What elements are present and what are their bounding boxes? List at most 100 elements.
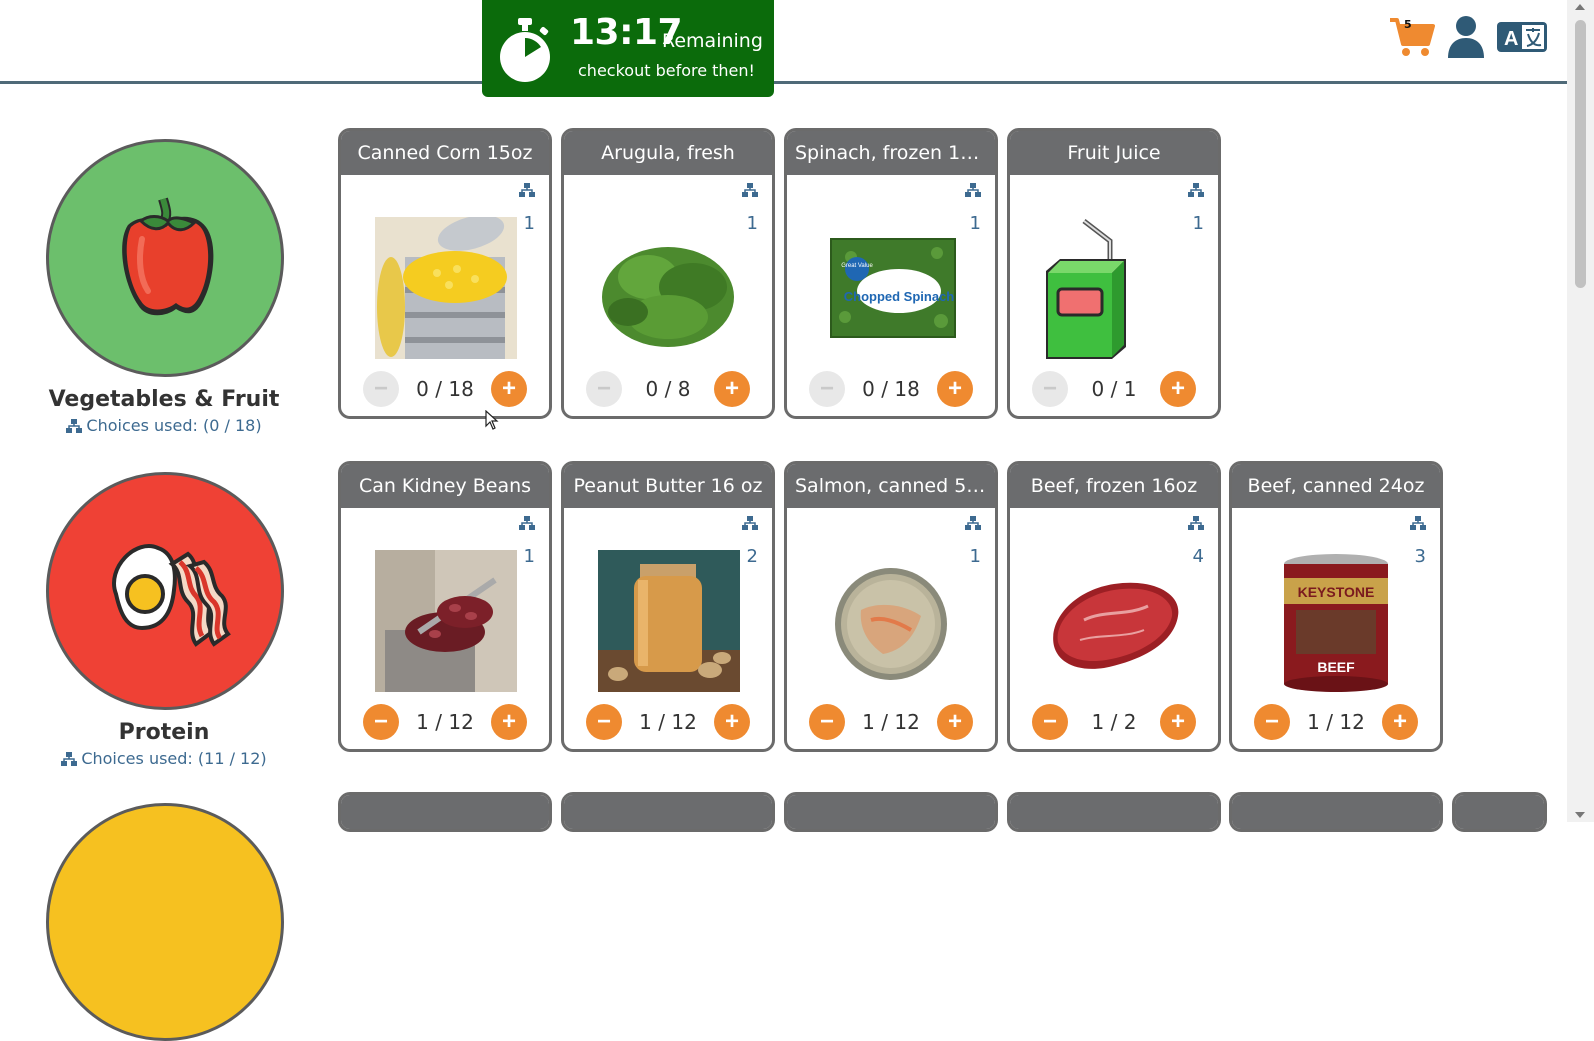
- translate-button[interactable]: A: [1496, 14, 1548, 58]
- category-next[interactable]: [46, 803, 284, 1041]
- translate-icon: A: [1497, 22, 1547, 52]
- category-choices-used: Choices used: (11 / 12): [46, 749, 282, 768]
- product-card[interactable]: Beef, canned 24oz 3 KEYSTONE BEEF − 1 / …: [1229, 461, 1443, 752]
- product-quantity: 1: [1192, 213, 1204, 234]
- timer-remaining-label: Remaining: [662, 30, 763, 52]
- product-title-partial: [564, 795, 772, 829]
- product-quantity: 1: [969, 213, 981, 234]
- decrease-button[interactable]: −: [1032, 371, 1068, 407]
- decrease-button[interactable]: −: [363, 704, 399, 740]
- quantity-stepper: − 1 / 12 +: [586, 704, 750, 740]
- egg-bacon-icon: [112, 544, 231, 647]
- hierarchy-icon: [742, 516, 758, 530]
- product-card-partial[interactable]: [1229, 792, 1443, 832]
- hierarchy-icon: [1188, 516, 1204, 530]
- product-quantity: 2: [746, 546, 758, 567]
- item-count: 1 / 12: [1307, 710, 1365, 734]
- svg-text:KEYSTONE: KEYSTONE: [1298, 584, 1375, 600]
- mouse-cursor-icon: [485, 410, 499, 430]
- product-title-partial: [787, 795, 995, 829]
- cart-button[interactable]: 5: [1388, 14, 1436, 58]
- product-title: Salmon, canned 5o...: [787, 464, 995, 508]
- product-title: Canned Corn 15oz: [341, 131, 549, 175]
- product-quantity: 1: [523, 213, 535, 234]
- beef-steak-image: [1044, 550, 1186, 692]
- decrease-button[interactable]: −: [586, 704, 622, 740]
- category-choices-text: Choices used: (11 / 12): [81, 749, 267, 768]
- quantity-stepper: − 0 / 8 +: [586, 371, 750, 407]
- increase-button[interactable]: +: [1160, 704, 1196, 740]
- product-card[interactable]: Salmon, canned 5o... 1 − 1 / 12 +: [784, 461, 998, 752]
- hierarchy-icon: [965, 516, 981, 530]
- product-title-partial: [1232, 795, 1440, 829]
- hierarchy-icon: [519, 516, 535, 530]
- category-circle[interactable]: [46, 139, 284, 377]
- increase-button[interactable]: +: [1160, 371, 1196, 407]
- quantity-stepper: − 0 / 18 +: [809, 371, 973, 407]
- product-card[interactable]: Can Kidney Beans 1 − 1 / 12 +: [338, 461, 552, 752]
- timer-subtitle: checkout before then!: [578, 61, 755, 80]
- product-title: Can Kidney Beans: [341, 464, 549, 508]
- decrease-button[interactable]: −: [809, 371, 845, 407]
- category-vegetables-fruit[interactable]: Vegetables & Fruit Choices used: (0 / 18…: [46, 139, 284, 435]
- stopwatch-icon: [500, 18, 550, 82]
- product-card-partial[interactable]: [784, 792, 998, 832]
- user-icon: [1448, 16, 1484, 58]
- product-card[interactable]: Peanut Butter 16 oz 2 − 1 / 12 +: [561, 461, 775, 752]
- product-title: Fruit Juice: [1010, 131, 1218, 175]
- item-count: 1 / 2: [1091, 710, 1137, 734]
- category-protein[interactable]: Protein Choices used: (11 / 12): [46, 472, 284, 768]
- product-title: Beef, canned 24oz: [1232, 464, 1440, 508]
- hierarchy-icon: [61, 752, 78, 766]
- product-quantity: 1: [523, 546, 535, 567]
- item-count: 0 / 18: [416, 377, 474, 401]
- increase-button[interactable]: +: [491, 371, 527, 407]
- category-choices-text: Choices used: (0 / 18): [86, 416, 262, 435]
- product-card[interactable]: Beef, frozen 16oz 4 − 1 / 2 +: [1007, 461, 1221, 752]
- product-title: Peanut Butter 16 oz: [564, 464, 772, 508]
- cart-icon: [1390, 18, 1435, 56]
- product-card-partial[interactable]: [1007, 792, 1221, 832]
- decrease-button[interactable]: −: [809, 704, 845, 740]
- item-count: 1 / 12: [416, 710, 474, 734]
- hierarchy-icon: [1188, 183, 1204, 197]
- product-title: Beef, frozen 16oz: [1010, 464, 1218, 508]
- increase-button[interactable]: +: [714, 704, 750, 740]
- category-name: Protein: [118, 720, 210, 745]
- product-card[interactable]: Arugula, fresh 1 − 0 / 8 +: [561, 128, 775, 419]
- product-card[interactable]: Canned Corn 15oz 1 − 0 / 18 +: [338, 128, 552, 419]
- product-card-partial[interactable]: [1452, 792, 1547, 832]
- item-count: 1 / 12: [862, 710, 920, 734]
- account-button[interactable]: [1446, 14, 1486, 58]
- product-card[interactable]: Fruit Juice 1 − 0 / 1 +: [1007, 128, 1221, 419]
- scroll-down-arrow[interactable]: [1575, 812, 1585, 818]
- increase-button[interactable]: +: [714, 371, 750, 407]
- product-card-partial[interactable]: [561, 792, 775, 832]
- kidney-beans-image: [375, 550, 517, 692]
- increase-button[interactable]: +: [937, 704, 973, 740]
- decrease-button[interactable]: −: [1032, 704, 1068, 740]
- product-card[interactable]: Spinach, frozen 16oz 1 Great Value Chopp…: [784, 128, 998, 419]
- product-card-partial[interactable]: [338, 792, 552, 832]
- decrease-button[interactable]: −: [363, 371, 399, 407]
- scroll-up-arrow[interactable]: [1575, 4, 1585, 10]
- juice-box-image: [1044, 217, 1186, 359]
- increase-button[interactable]: +: [491, 704, 527, 740]
- category-circle[interactable]: [46, 472, 284, 710]
- svg-text:Chopped Spinach: Chopped Spinach: [844, 289, 955, 304]
- hierarchy-icon: [66, 419, 83, 433]
- increase-button[interactable]: +: [937, 371, 973, 407]
- page-scrollbar[interactable]: [1567, 0, 1594, 822]
- category-circle[interactable]: [46, 803, 284, 1041]
- bell-pepper-icon: [122, 197, 214, 316]
- quantity-stepper: − 1 / 12 +: [809, 704, 973, 740]
- top-bar: [0, 0, 1594, 84]
- decrease-button[interactable]: −: [586, 371, 622, 407]
- increase-button[interactable]: +: [1382, 704, 1418, 740]
- cart-count-badge: 5: [1404, 18, 1412, 31]
- decrease-button[interactable]: −: [1254, 704, 1290, 740]
- peanut-butter-image: [598, 550, 740, 692]
- product-title-partial: [1010, 795, 1218, 829]
- category-choices-used: Choices used: (0 / 18): [46, 416, 282, 435]
- scrollbar-thumb[interactable]: [1575, 20, 1586, 288]
